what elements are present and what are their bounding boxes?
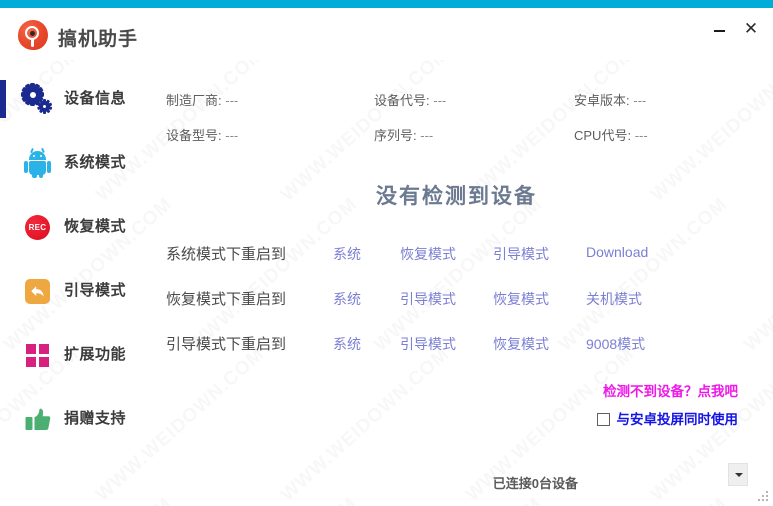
- close-button[interactable]: ✕: [737, 16, 765, 42]
- device-info-label: 制造厂商:: [166, 93, 222, 108]
- mirror-option-label: 与安卓投屏同时使用: [617, 408, 739, 428]
- help-link[interactable]: 检测不到设备？点我吧: [603, 380, 738, 400]
- device-info-value: ---: [225, 128, 238, 143]
- connected-devices-status: 已连接0台设备: [493, 473, 578, 492]
- android-icon: [22, 148, 52, 178]
- reboot-link[interactable]: Download: [586, 244, 648, 260]
- device-info-field: 安卓版本: ---: [574, 90, 646, 109]
- sidebar-item-label: 扩展功能: [64, 343, 126, 364]
- window-accent-strip: [0, 0, 773, 8]
- sidebar-item-label: 系统模式: [64, 151, 126, 172]
- reboot-link[interactable]: 系统: [333, 244, 361, 264]
- minimize-button[interactable]: [705, 16, 733, 42]
- sidebar-active-indicator: [0, 80, 6, 118]
- reboot-link[interactable]: 引导模式: [400, 334, 456, 354]
- reboot-link[interactable]: 系统: [333, 289, 361, 309]
- mirror-option-row[interactable]: 与安卓投屏同时使用: [597, 408, 739, 426]
- back-arrow-icon: [22, 276, 52, 306]
- app-logo-icon: [18, 20, 48, 50]
- device-info-value: ---: [433, 93, 446, 108]
- reboot-link[interactable]: 恢复模式: [493, 334, 549, 354]
- device-info-value: ---: [635, 128, 648, 143]
- sidebar-item-1[interactable]: 设备信息: [0, 74, 140, 122]
- reboot-action-title: 引导模式下重启到: [166, 333, 286, 354]
- device-info-label: 序列号:: [374, 128, 417, 143]
- no-device-heading: 没有检测到设备: [140, 180, 773, 210]
- sidebar-item-label: 设备信息: [64, 87, 126, 108]
- device-info-value: ---: [420, 128, 433, 143]
- reboot-action-row: 系统模式下重启到 系统 恢复模式 引导模式 Download: [140, 240, 773, 268]
- main-content: 没有检测到设备 检测不到设备？点我吧 与安卓投屏同时使用 已连接0台设备 制造厂…: [140, 60, 773, 506]
- device-info-label: 设备型号:: [166, 128, 222, 143]
- device-info-field: 序列号: ---: [374, 125, 433, 144]
- device-info-label: CPU代号:: [574, 128, 631, 143]
- sidebar-item-label: 恢复模式: [64, 215, 126, 236]
- mirror-checkbox[interactable]: [597, 413, 610, 426]
- reboot-link[interactable]: 关机模式: [586, 289, 642, 309]
- sidebar-item-3[interactable]: REC 恢复模式: [0, 202, 140, 250]
- reboot-action-row: 引导模式下重启到 系统 引导模式 恢复模式 9008模式: [140, 330, 773, 358]
- device-info-field: CPU代号: ---: [574, 125, 648, 144]
- device-info-field: 设备型号: ---: [166, 125, 238, 144]
- sidebar-item-6[interactable]: 捐赠支持: [0, 394, 140, 442]
- reboot-link[interactable]: 9008模式: [586, 334, 645, 354]
- reboot-link[interactable]: 恢复模式: [400, 244, 456, 264]
- device-info-field: 设备代号: ---: [374, 90, 446, 109]
- device-info-label: 设备代号:: [374, 93, 430, 108]
- sidebar-item-5[interactable]: 扩展功能: [0, 330, 140, 378]
- sidebar-item-label: 引导模式: [64, 279, 126, 300]
- device-info-label: 安卓版本:: [574, 93, 630, 108]
- reboot-link[interactable]: 引导模式: [493, 244, 549, 264]
- gear-icon: [22, 84, 52, 114]
- device-info-field: 制造厂商: ---: [166, 90, 238, 109]
- reboot-action-title: 恢复模式下重启到: [166, 288, 286, 309]
- reboot-link[interactable]: 引导模式: [400, 289, 456, 309]
- sidebar: 设备信息系统模式 REC 恢复模式引导模式扩展功能捐赠支持: [0, 60, 140, 506]
- reboot-action-row: 恢复模式下重启到 系统 引导模式 恢复模式 关机模式: [140, 285, 773, 313]
- resize-grip-icon[interactable]: [758, 491, 770, 503]
- device-info-value: ---: [633, 93, 646, 108]
- reboot-link[interactable]: 系统: [333, 334, 361, 354]
- rec-icon: REC: [22, 212, 52, 242]
- grid-icon: [22, 340, 52, 370]
- device-info-value: ---: [225, 93, 238, 108]
- sidebar-item-4[interactable]: 引导模式: [0, 266, 140, 314]
- title-bar: 搞机助手 ✕: [0, 8, 773, 60]
- sidebar-item-2[interactable]: 系统模式: [0, 138, 140, 186]
- thumbs-up-icon: [22, 404, 52, 434]
- reboot-link[interactable]: 恢复模式: [493, 289, 549, 309]
- device-dropdown-button[interactable]: [728, 463, 748, 486]
- sidebar-item-label: 捐赠支持: [64, 407, 126, 428]
- reboot-action-title: 系统模式下重启到: [166, 243, 286, 264]
- app-title: 搞机助手: [58, 24, 138, 51]
